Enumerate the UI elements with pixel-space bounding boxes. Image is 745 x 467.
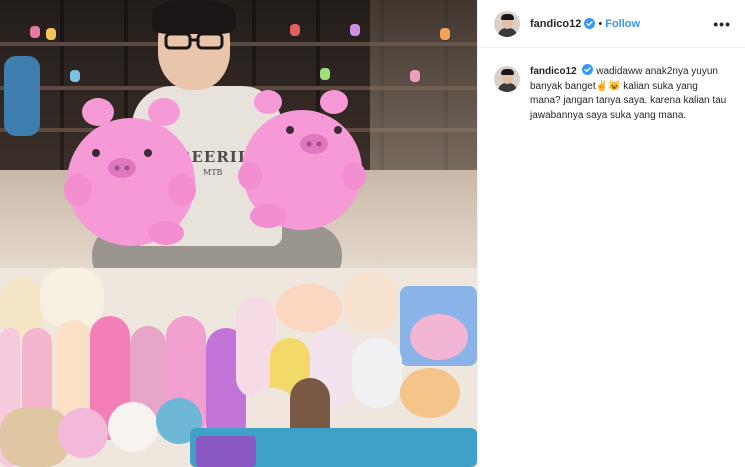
squishy — [108, 402, 158, 452]
pink-pig-squishy-right — [238, 90, 366, 230]
shirt-print-sub: MTB — [203, 168, 223, 177]
more-options-icon[interactable]: ••• — [713, 16, 731, 32]
verified-badge-icon — [584, 18, 596, 29]
squishy — [352, 338, 402, 408]
avatar-hair — [501, 69, 514, 75]
instagram-post: REERII MTB fandico12 • Follow ••• fandic… — [0, 0, 745, 467]
avatar[interactable] — [494, 66, 520, 92]
avatar-body — [498, 27, 517, 37]
squishy — [410, 314, 468, 360]
glasses-icon — [164, 32, 224, 50]
shelf-toy — [46, 28, 56, 40]
verified-badge-icon — [582, 64, 594, 75]
avatar-hair — [501, 13, 514, 20]
squishy — [40, 268, 104, 328]
squishy — [400, 368, 460, 418]
squishy — [58, 408, 108, 458]
author-username[interactable]: fandico12 — [530, 18, 581, 30]
follow-button[interactable]: Follow — [605, 18, 640, 30]
separator-dot: • — [598, 17, 603, 30]
shelf-toy — [70, 70, 80, 82]
blue-plush — [4, 56, 40, 136]
caption-body: fandico12 wadidaww anak2nya yuyun banyak… — [530, 64, 730, 123]
avatar-body — [498, 83, 517, 92]
post-photo[interactable]: REERII MTB — [0, 0, 477, 467]
shelf-toy — [290, 24, 300, 36]
shelf-toy — [30, 26, 40, 38]
shelf-toy — [440, 28, 450, 40]
avatar[interactable] — [494, 10, 520, 37]
post-sidebar: fandico12 • Follow ••• fandico12 wadidaw… — [477, 0, 745, 467]
squishy — [276, 284, 342, 332]
pink-pig-squishy-left — [64, 98, 196, 246]
squishy-collection — [0, 268, 477, 467]
squishy-package — [196, 436, 256, 467]
caption-comment: fandico12 wadidaww anak2nya yuyun banyak… — [478, 48, 745, 123]
shelf-toy — [350, 24, 360, 36]
squishy — [344, 272, 398, 332]
person-hair — [152, 0, 236, 34]
caption-username[interactable]: fandico12 — [530, 66, 577, 77]
shelf-toy — [320, 68, 330, 80]
shelf-toy — [410, 70, 420, 82]
post-header: fandico12 • Follow ••• — [478, 0, 745, 48]
